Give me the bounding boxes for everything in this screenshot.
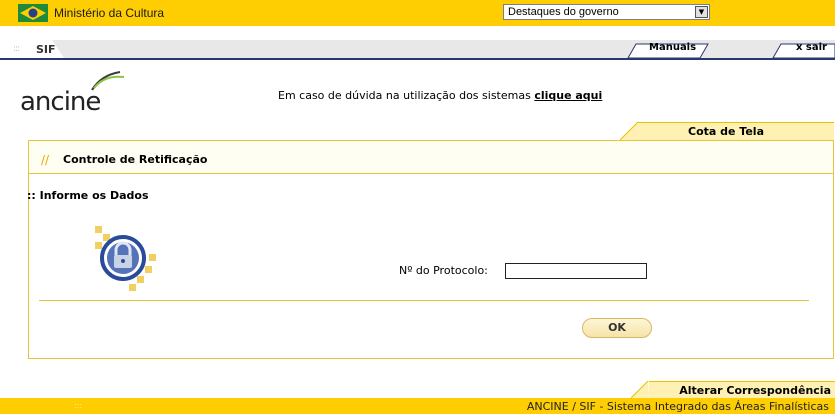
main-panel: // Controle de Retificação :: Informe os… xyxy=(27,140,834,359)
form-area: :: Informe os Dados Nº do Protocolo: OK xyxy=(27,174,833,358)
form-heading: :: Informe os Dados xyxy=(27,189,149,202)
protocol-input[interactable] xyxy=(505,263,647,279)
help-message: Em caso de dúvida na utilização dos sist… xyxy=(278,89,602,102)
protocol-label: Nº do Protocolo: xyxy=(399,264,488,277)
manuals-link[interactable]: Manuais xyxy=(649,42,696,53)
government-bar: Ministério da Cultura Destaques do gover… xyxy=(0,0,835,26)
tab-sif-label: SIF xyxy=(36,43,56,56)
exit-link[interactable]: x sair xyxy=(796,42,827,53)
tab-sif[interactable]: ::: SIF xyxy=(0,40,64,58)
lock-icon xyxy=(95,226,156,291)
footer-tab-label: Alterar Correspondência xyxy=(679,384,831,397)
footer-tab-shape xyxy=(48,398,110,414)
help-link[interactable]: clique aqui xyxy=(534,89,602,102)
form-divider xyxy=(39,300,809,301)
footer-dots: ::: xyxy=(74,401,83,410)
help-text: Em caso de dúvida na utilização dos sist… xyxy=(278,89,531,102)
logo-text: ancine xyxy=(20,87,101,117)
tab-cota-de-tela[interactable]: Cota de Tela xyxy=(638,122,834,140)
ministry-title[interactable]: Ministério da Cultura xyxy=(54,6,164,20)
dots-icon: ::: xyxy=(13,44,20,54)
brazil-flag-icon[interactable] xyxy=(18,4,48,22)
tab-row: Cota de Tela xyxy=(28,122,834,140)
tab-corner xyxy=(620,122,638,140)
section-header: // Controle de Retificação xyxy=(29,141,833,174)
chevron-down-icon[interactable]: ▼ xyxy=(695,6,708,18)
system-menu-bar: ::: SIF Manuais x sair xyxy=(0,40,835,60)
footer-tab-corner xyxy=(631,381,649,398)
footer-bar: ::: ANCINE / SIF - Sistema Integrado das… xyxy=(0,398,835,414)
ancine-logo[interactable]: ancine xyxy=(20,68,130,117)
government-highlights-select[interactable]: Destaques do governo ▼ xyxy=(503,4,710,20)
menu-tab-shapes xyxy=(0,40,835,59)
footer-text: ANCINE / SIF - Sistema Integrado das Áre… xyxy=(526,400,829,413)
tab-label: Cota de Tela xyxy=(688,125,765,138)
change-correspondence-tab[interactable]: Alterar Correspondência xyxy=(649,381,835,398)
select-value: Destaques do governo xyxy=(508,6,619,18)
ok-button[interactable]: OK xyxy=(582,318,652,338)
section-slashes: // xyxy=(41,153,50,167)
menu-underline xyxy=(0,58,835,60)
section-title: Controle de Retificação xyxy=(63,153,208,166)
